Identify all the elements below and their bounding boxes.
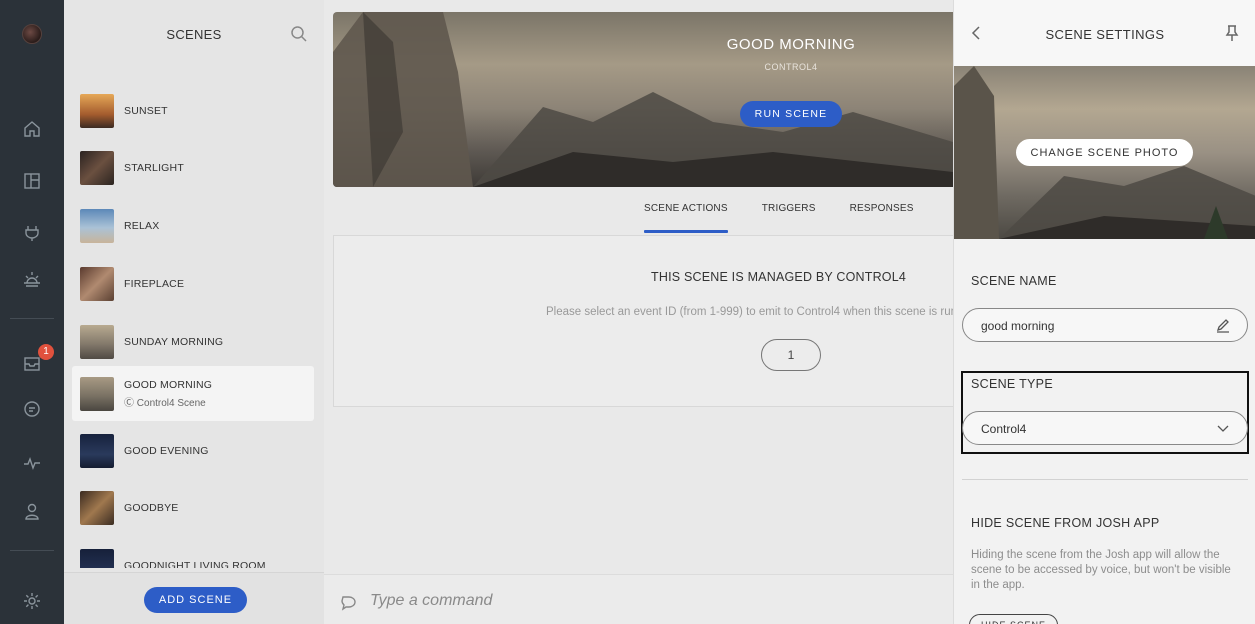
scene-thumbnail [80,376,114,411]
scenes-title: SCENES [166,27,222,42]
scene-name: SUNSET [124,104,168,117]
scene-item-starlight[interactable]: STARLIGHT [72,140,314,195]
scene-name: GOOD EVENING [124,444,209,457]
scene-thumbnail [80,324,114,359]
chat-icon[interactable] [21,398,43,420]
scene-type-select[interactable]: Control4 [962,411,1248,445]
control4-icon: Ⓒ [124,397,137,409]
scene-name: STARLIGHT [124,161,184,174]
scenes-sunrise-icon[interactable] [21,268,43,290]
card-title: THIS SCENE IS MANAGED BY CONTROL4 [651,270,907,284]
scene-subtitle: Ⓒ Control4 Scene [124,397,206,409]
voice-chat-icon [340,593,358,611]
scene-name-label: SCENE NAME [971,274,1057,288]
scene-item-sunday-morning[interactable]: SUNDAY MORNING [72,314,314,369]
scene-name: SUNDAY MORNING [124,335,224,348]
add-scene-button[interactable]: ADD SCENE [144,587,247,613]
tab-responses[interactable]: RESPONSES [850,203,914,233]
nav-rail: 1 [0,0,64,624]
search-icon[interactable] [290,25,308,43]
scene-item-good-morning[interactable]: GOOD MORNING Ⓒ Control4 Scene [72,366,314,421]
pin-icon[interactable] [1224,24,1240,42]
scene-settings-panel: SCENE SETTINGS CHANGE SCENE PHOTO SCENE … [953,0,1255,624]
control4-card: THIS SCENE IS MANAGED BY CONTROL4 Please… [333,235,954,407]
scene-item-good-evening[interactable]: GOOD EVENING [72,423,314,478]
hide-scene-button[interactable]: HIDE SCENE [969,614,1058,624]
section-divider [962,479,1248,480]
tab-scene-actions[interactable]: SCENE ACTIONS [644,203,728,233]
scene-name: GOOD MORNING [124,378,213,391]
scene-name: RELAX [124,219,160,232]
hide-scene-description: Hiding the scene from the Josh app will … [971,549,1231,591]
run-scene-button[interactable]: RUN SCENE [740,101,842,127]
settings-header: SCENE SETTINGS [954,0,1255,66]
scene-item-goodnight-living-room[interactable]: GOODNIGHT LIVING ROOM [72,538,314,568]
command-bar [324,574,953,624]
scene-item-goodbye[interactable]: GOODBYE [72,480,314,535]
card-description: Please select an event ID (from 1-999) t… [546,306,954,318]
scene-thumbnail [80,548,114,568]
tab-triggers[interactable]: TRIGGERS [762,203,816,233]
command-input[interactable] [370,589,870,613]
floorplan-icon[interactable] [21,170,43,192]
scene-thumbnail [80,266,114,301]
scene-list: SUNSET STARLIGHT RELAX FIREPLACE SUNDAY … [64,80,324,568]
scene-type-label: SCENE TYPE [971,377,1053,391]
scene-photo: CHANGE SCENE PHOTO [954,66,1255,239]
scene-thumbnail [80,490,114,525]
rail-divider [10,318,54,319]
change-scene-photo-button[interactable]: CHANGE SCENE PHOTO [1016,139,1193,166]
rail-divider [10,550,54,551]
devices-plug-icon[interactable] [21,222,43,244]
pencil-edit-icon[interactable] [1215,317,1231,333]
scene-type-value: Control4 [981,422,1027,436]
scene-detail: GOOD MORNING CONTROL4 RUN SCENE SCENE AC… [324,0,954,624]
scene-name: GOODNIGHT LIVING ROOM [124,559,266,569]
notification-badge: 1 [38,344,54,360]
scene-name-field[interactable]: good morning [962,308,1248,342]
scene-thumbnail [80,208,114,243]
scene-name: GOODBYE [124,501,179,514]
scene-item-relax[interactable]: RELAX [72,198,314,253]
user-icon[interactable] [21,500,43,522]
scene-item-fireplace[interactable]: FIREPLACE [72,256,314,311]
home-icon[interactable] [21,118,43,140]
scene-thumbnail [80,93,114,128]
hero-subtitle: CONTROL4 [764,62,818,72]
settings-title: SCENE SETTINGS [1045,27,1165,42]
chevron-down-icon [1215,420,1231,436]
hero-title: GOOD MORNING [726,36,856,53]
scene-name-value: good morning [981,319,1055,333]
scenes-panel: SCENES SUNSET STARLIGHT RELAX FIREPLACE … [64,0,324,624]
scene-thumbnail [80,150,114,185]
josh-logo[interactable] [22,24,42,44]
scene-tabs: SCENE ACTIONS TRIGGERS RESPONSES [644,203,948,233]
scene-item-sunset[interactable]: SUNSET [72,83,314,138]
scene-thumbnail [80,433,114,468]
hide-scene-label: HIDE SCENE FROM JOSH APP [971,516,1160,530]
activity-icon[interactable] [21,452,43,474]
scene-name: FIREPLACE [124,277,185,290]
event-id-input[interactable] [761,339,821,371]
scenes-header: SCENES [64,0,324,70]
add-scene-footer: ADD SCENE [64,572,324,624]
scene-hero-image: GOOD MORNING CONTROL4 RUN SCENE [333,12,953,187]
settings-gear-icon[interactable] [21,590,43,612]
